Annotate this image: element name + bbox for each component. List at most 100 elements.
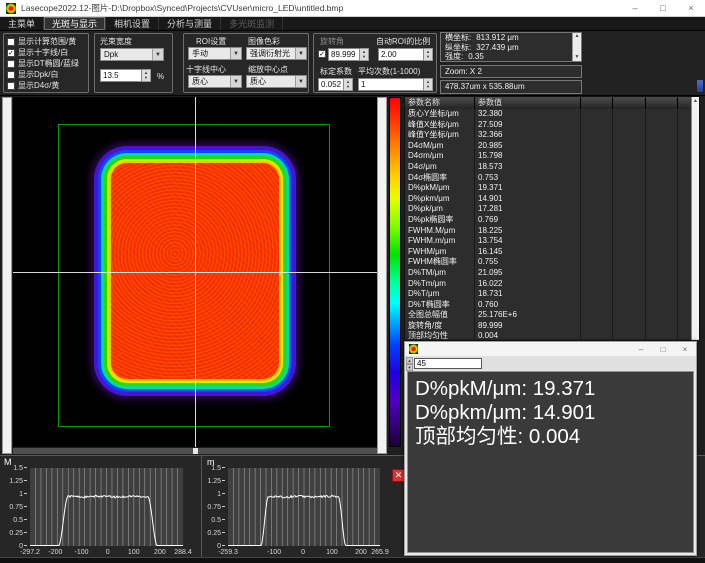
spinner-buttons[interactable]: ▲▼ — [360, 48, 369, 61]
plot-canvas[interactable] — [228, 468, 380, 546]
overlay-close-button[interactable]: × — [674, 345, 696, 354]
scrollbar-thumb[interactable] — [193, 448, 198, 454]
param-value-cell: 18.731 — [475, 289, 581, 300]
display-option-2[interactable]: 显示DT椭圆/蓝绿 — [4, 58, 88, 69]
checkbox[interactable] — [7, 60, 15, 68]
checkbox[interactable] — [7, 71, 15, 79]
table-row[interactable]: D%pkm/μm14.901 — [405, 194, 699, 205]
minimize-button[interactable]: – — [621, 0, 649, 16]
beam-width-percent-input[interactable]: 13.5 ▲▼ — [100, 69, 151, 82]
checkbox[interactable] — [7, 82, 15, 90]
roi-mode-select[interactable]: 手动 ▼ — [188, 47, 242, 60]
table-row[interactable]: 峰值Y坐标/μm32.366 — [405, 130, 699, 141]
chevron-down-icon: ▼ — [152, 49, 163, 60]
scroll-up-icon[interactable]: ▲ — [573, 33, 581, 40]
display-option-3[interactable]: 显示Dpk/白 — [4, 69, 88, 80]
checkbox[interactable] — [7, 38, 15, 46]
table-row[interactable]: 峰值X坐标/μm27.509 — [405, 120, 699, 131]
table-row[interactable]: D4σ椭圆率0.753 — [405, 173, 699, 184]
table-row[interactable]: FWHM.m/μm13.754 — [405, 236, 699, 247]
overlay-title-bar[interactable]: – □ × — [405, 342, 696, 356]
dock-icon[interactable] — [697, 80, 703, 92]
maximize-button[interactable]: □ — [649, 0, 677, 16]
rotation-checkbox[interactable]: ✓ — [318, 50, 326, 58]
image-color-select[interactable]: 强调衍射光 ▼ — [246, 47, 307, 60]
result-overlay-window[interactable]: – □ × ▲▼ 45 D%pkM/μm: 19.371D%pkm/μm: 14… — [404, 341, 697, 556]
header-param-value[interactable]: 参数值 — [475, 97, 581, 109]
plot-canvas[interactable] — [30, 468, 183, 546]
table-row[interactable]: 旋转角/度89.999 — [405, 321, 699, 332]
beam-image-canvas[interactable] — [13, 97, 377, 447]
crosshair-center-select[interactable]: 质心 ▼ — [188, 75, 242, 88]
tab-spot-display[interactable]: 光斑与显示 — [44, 17, 106, 30]
empty-cell — [678, 310, 691, 321]
empty-cell — [678, 194, 691, 205]
overlay-minimize-button[interactable]: – — [630, 345, 652, 354]
spinner-buttons[interactable]: ▲▼ — [142, 69, 151, 82]
table-row[interactable]: D%pk椭圆率0.769 — [405, 215, 699, 226]
tab-main-menu[interactable]: 主菜单 — [0, 17, 44, 30]
table-row[interactable]: FWHM椭圆率0.755 — [405, 257, 699, 268]
table-row[interactable]: 质心Y坐标/μm32.380 — [405, 109, 699, 120]
rotation-angle-input[interactable]: 89.999 ▲▼ — [328, 48, 369, 61]
table-row[interactable]: FWHM.M/μm18.225 — [405, 226, 699, 237]
table-row[interactable]: D4σM/μm20.985 — [405, 141, 699, 152]
param-value-cell: 16.145 — [475, 247, 581, 258]
table-row[interactable]: D%Tm/μm16.022 — [405, 279, 699, 290]
checkbox[interactable]: ✓ — [7, 49, 15, 57]
left-vertical-scrollbar[interactable] — [2, 97, 12, 454]
average-count-value[interactable]: 1 — [358, 78, 424, 91]
overlay-maximize-button[interactable]: □ — [652, 345, 674, 354]
y-tick-label: 0.5 — [201, 517, 225, 524]
empty-cell — [646, 173, 678, 184]
spinner-buttons[interactable]: ▲▼ — [424, 48, 433, 61]
x-coord-label: 横坐标: — [445, 34, 471, 43]
table-scrollbar[interactable]: ▲ — [691, 97, 699, 340]
table-row[interactable]: D4σm/μm15.798 — [405, 151, 699, 162]
zoom-center-select[interactable]: 质心 ▼ — [246, 75, 307, 88]
display-option-1[interactable]: ✓显示十字线/白 — [4, 47, 88, 58]
percent-unit-label: % — [157, 72, 164, 81]
close-button[interactable]: × — [677, 0, 705, 16]
overlay-result-text: D%pkM/μm: 19.371D%pkm/μm: 14.901顶部均匀性: 0… — [407, 371, 694, 553]
beam-width-mode-select[interactable]: Dpk ▼ — [100, 48, 164, 61]
table-row[interactable]: D%TM/μm21.095 — [405, 268, 699, 279]
table-row[interactable]: D%T/μm18.731 — [405, 289, 699, 300]
empty-cell — [678, 226, 691, 237]
scroll-down-icon[interactable]: ▼ — [573, 54, 581, 61]
auto-roi-ratio-value[interactable]: 2.00 — [378, 48, 424, 61]
spinner-buttons[interactable]: ▲▼ — [344, 78, 353, 91]
tab-analysis-measurement[interactable]: 分析与测量 — [159, 17, 221, 30]
beam-width-percent-value[interactable]: 13.5 — [100, 69, 142, 82]
table-row[interactable]: D4σ/μm18.573 — [405, 162, 699, 173]
empty-cell — [646, 204, 678, 215]
table-row[interactable]: 全图总幅值25.176E+6 — [405, 310, 699, 321]
overlay-spinner[interactable]: ▲▼ — [406, 357, 413, 369]
empty-cell — [581, 300, 613, 311]
param-value-cell: 32.366 — [475, 130, 581, 141]
auto-roi-ratio-input[interactable]: 2.00 ▲▼ — [378, 48, 433, 61]
header-param-name[interactable]: 参数名称 — [405, 97, 475, 109]
tab-camera-settings[interactable]: 相机设置 — [106, 17, 159, 30]
readout-scrollbar[interactable]: ▲ ▼ — [572, 33, 581, 61]
display-option-label: 显示十字线/白 — [18, 48, 68, 57]
average-count-input[interactable]: 1 ▲▼ — [358, 78, 433, 91]
table-row[interactable]: D%T椭圆率0.760 — [405, 300, 699, 311]
rotation-angle-value[interactable]: 89.999 — [328, 48, 360, 61]
spinner-buttons[interactable]: ▲▼ — [424, 78, 433, 91]
table-row[interactable]: D%pkM/μm19.371 — [405, 183, 699, 194]
calibration-factor-value[interactable]: 0.052 — [318, 78, 344, 91]
parameter-table: 参数名称 参数值 质心Y坐标/μm32.380峰值X坐标/μm27.509峰值Y… — [404, 96, 700, 341]
overlay-number-input[interactable]: 45 — [414, 358, 482, 369]
horizontal-scrollbar[interactable] — [13, 448, 377, 454]
display-option-4[interactable]: 显示D4σ/黄 — [4, 80, 88, 91]
param-value-cell: 19.371 — [475, 183, 581, 194]
empty-cell — [581, 194, 613, 205]
right-vertical-scrollbar[interactable] — [377, 97, 387, 454]
calibration-factor-input[interactable]: 0.052 ▲▼ — [318, 78, 353, 91]
table-row[interactable]: FWHM/μm16.145 — [405, 247, 699, 258]
display-option-0[interactable]: 显示计算范围/黄 — [4, 36, 88, 47]
table-row[interactable]: D%pk/μm17.281 — [405, 204, 699, 215]
empty-cell — [581, 321, 613, 332]
empty-cell — [678, 183, 691, 194]
